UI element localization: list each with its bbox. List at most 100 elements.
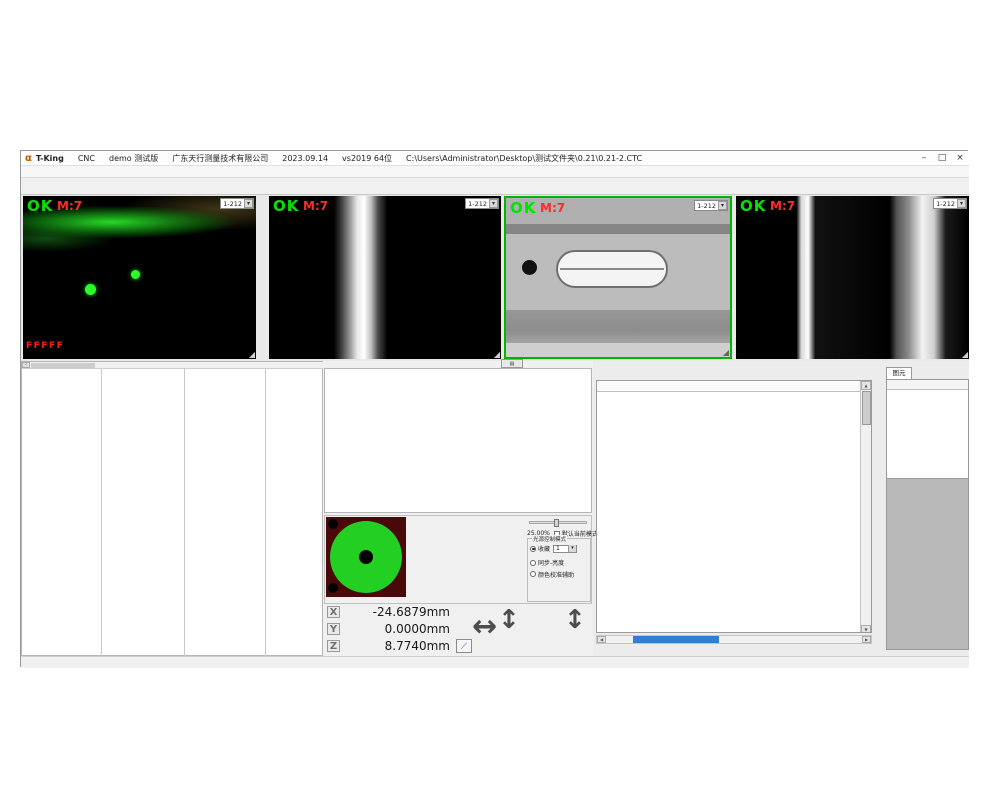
z-axis-icon: Z [327, 640, 340, 652]
resize-grip-icon[interactable]: ◢ [494, 350, 500, 359]
minimize-button[interactable]: – [915, 153, 933, 163]
camera3-channel-select[interactable]: 1-212▾ [694, 200, 728, 211]
ring-corner-dot [328, 583, 338, 593]
part-lower [506, 310, 730, 344]
chevron-down-icon[interactable]: ▾ [718, 201, 727, 210]
scroll-left-icon[interactable]: ◀ [597, 636, 606, 643]
jog-y-arrows[interactable]: ↕ [498, 605, 520, 635]
color-assist-radio[interactable] [530, 571, 536, 577]
feature-column-1 [22, 369, 102, 657]
toolbar [21, 178, 969, 195]
menubar [21, 166, 969, 178]
jog-z-arrows[interactable]: ↕ [564, 605, 586, 635]
light-mode-group: 光源控制模式 收藏 1▾ 同步-亮度 颜色校准辅助 [527, 538, 591, 602]
camera1-mode: M:7 [57, 199, 82, 213]
feature-column-2 [102, 369, 185, 657]
resize-grip-icon[interactable]: ◢ [723, 348, 729, 357]
camera-strip: OK M:7 1-212▾ FFFFF ◢ OK M:7 1-212▾ ◢ OK… [21, 195, 969, 361]
scroll-thumb[interactable] [633, 636, 719, 643]
chevron-down-icon[interactable]: ▾ [568, 545, 576, 552]
light-options: 25.00% 默认当前模式 光源控制模式 收藏 1▾ 同步-亮度 颜色 [525, 516, 592, 604]
camera4-mode: M:7 [770, 199, 795, 213]
table-vscrollbar[interactable]: ▲ ▼ [860, 381, 871, 633]
part-edge [506, 224, 730, 234]
camera-view-4[interactable]: OK M:7 1-212▾ ◢ [736, 196, 969, 359]
camera1-channel-select[interactable]: 1-212▾ [220, 198, 254, 209]
palette-options-button[interactable]: ▤ [501, 359, 523, 368]
tab-element[interactable]: 图元 [886, 367, 912, 379]
part-bottom [506, 343, 730, 357]
laser-dot [131, 270, 140, 279]
maximize-button[interactable]: □ [933, 153, 951, 163]
app-name: T-King [36, 154, 64, 163]
element-table [886, 379, 969, 479]
feature-column-3 [185, 369, 266, 657]
feature-list-panel: ‹ [21, 361, 323, 656]
middle-panel: ▤ 25.00% 默认当前模式 [323, 361, 593, 656]
scroll-up-icon[interactable]: ▲ [861, 381, 871, 390]
chevron-down-icon[interactable]: ▾ [489, 199, 498, 208]
app-window: α T-King CNC demo 测试版 广东天行测量技术有限公司 2023.… [20, 150, 968, 667]
resize-grip-icon[interactable]: ◢ [249, 350, 255, 359]
camera1-status: OK [27, 197, 53, 215]
tool-palette [324, 368, 592, 513]
slot-centerline [560, 268, 664, 270]
camera2-mode: M:7 [303, 199, 328, 213]
light-sliders [424, 518, 524, 603]
main-area: ‹ ▤ [21, 361, 969, 656]
file-path: C:\Users\Administrator\Desktop\测试文件夹\0.2… [406, 153, 642, 164]
camera3-mode: M:7 [540, 201, 565, 215]
edition-label: demo 测试版 [109, 153, 158, 164]
results-table: ▲ ▼ [596, 380, 872, 633]
results-tabs [596, 367, 886, 380]
resize-grip-icon[interactable]: ◢ [962, 350, 968, 359]
favorite-radio[interactable] [530, 546, 536, 552]
app-logo-icon: α [25, 153, 32, 164]
close-button[interactable]: × [951, 153, 969, 163]
camera4-status: OK [740, 197, 766, 215]
y-value: 0.0000mm [350, 622, 450, 636]
feature-column-4 [266, 369, 323, 657]
jog-diagonal-button[interactable]: ⟋ [456, 639, 472, 653]
scroll-down-icon[interactable]: ▼ [861, 625, 871, 633]
table-hscrollbar[interactable]: ◀ ▶ [596, 635, 872, 644]
master-brightness-slider[interactable] [529, 521, 587, 524]
z-value: 8.7740mm [350, 639, 450, 653]
default-mode-label: 默认当前模式 [562, 529, 598, 538]
build-label: vs2019 64位 [342, 153, 392, 164]
scroll-thumb[interactable] [862, 391, 871, 425]
camera4-channel-select[interactable]: 1-212▾ [933, 198, 967, 209]
jog-x-arrows[interactable]: ↔ [472, 609, 497, 644]
ring-light-control[interactable] [326, 517, 406, 597]
camera3-status: OK [510, 199, 536, 217]
feature-hscrollbar[interactable]: ‹ [22, 362, 324, 369]
camera-view-3-selected[interactable]: OK M:7 1-212▾ ◢ [504, 196, 732, 359]
camera1-overlay-text: FFFFF [26, 341, 64, 351]
element-panel-empty [886, 479, 969, 650]
x-value: -24.6879mm [350, 605, 450, 619]
favorite-select[interactable]: 1▾ [553, 545, 577, 553]
element-detail-panel: 图元 [886, 367, 969, 650]
laser-dot [85, 284, 96, 295]
ring-center-dot [359, 550, 373, 564]
titlebar: α T-King CNC demo 测试版 广东天行测量技术有限公司 2023.… [21, 151, 969, 166]
camera2-status: OK [273, 197, 299, 215]
chevron-down-icon[interactable]: ▾ [244, 199, 253, 208]
light-control-panel: 25.00% 默认当前模式 光源控制模式 收藏 1▾ 同步-亮度 颜色 [324, 515, 592, 604]
x-axis-icon: X [327, 606, 340, 618]
scroll-thumb[interactable] [31, 363, 95, 368]
camera-view-1[interactable]: OK M:7 1-212▾ FFFFF ◢ [23, 196, 256, 359]
scroll-left-icon[interactable]: ‹ [22, 362, 30, 368]
slider-thumb[interactable] [554, 519, 559, 527]
statusbar [21, 656, 969, 668]
results-panel: ▲ ▼ ◀ ▶ 图元 [596, 361, 969, 656]
scroll-right-icon[interactable]: ▶ [862, 636, 871, 643]
jog-arrows: ↔ ↕ ↕ [472, 603, 592, 653]
chevron-down-icon[interactable]: ▾ [957, 199, 966, 208]
camera-view-2[interactable]: OK M:7 1-212▾ ◢ [269, 196, 501, 359]
company-label: 广东天行测量技术有限公司 [172, 153, 268, 164]
group-title: 光源控制模式 [532, 535, 567, 543]
camera2-channel-select[interactable]: 1-212▾ [465, 198, 499, 209]
sync-brightness-radio[interactable] [530, 560, 536, 566]
part-hole [522, 260, 537, 275]
